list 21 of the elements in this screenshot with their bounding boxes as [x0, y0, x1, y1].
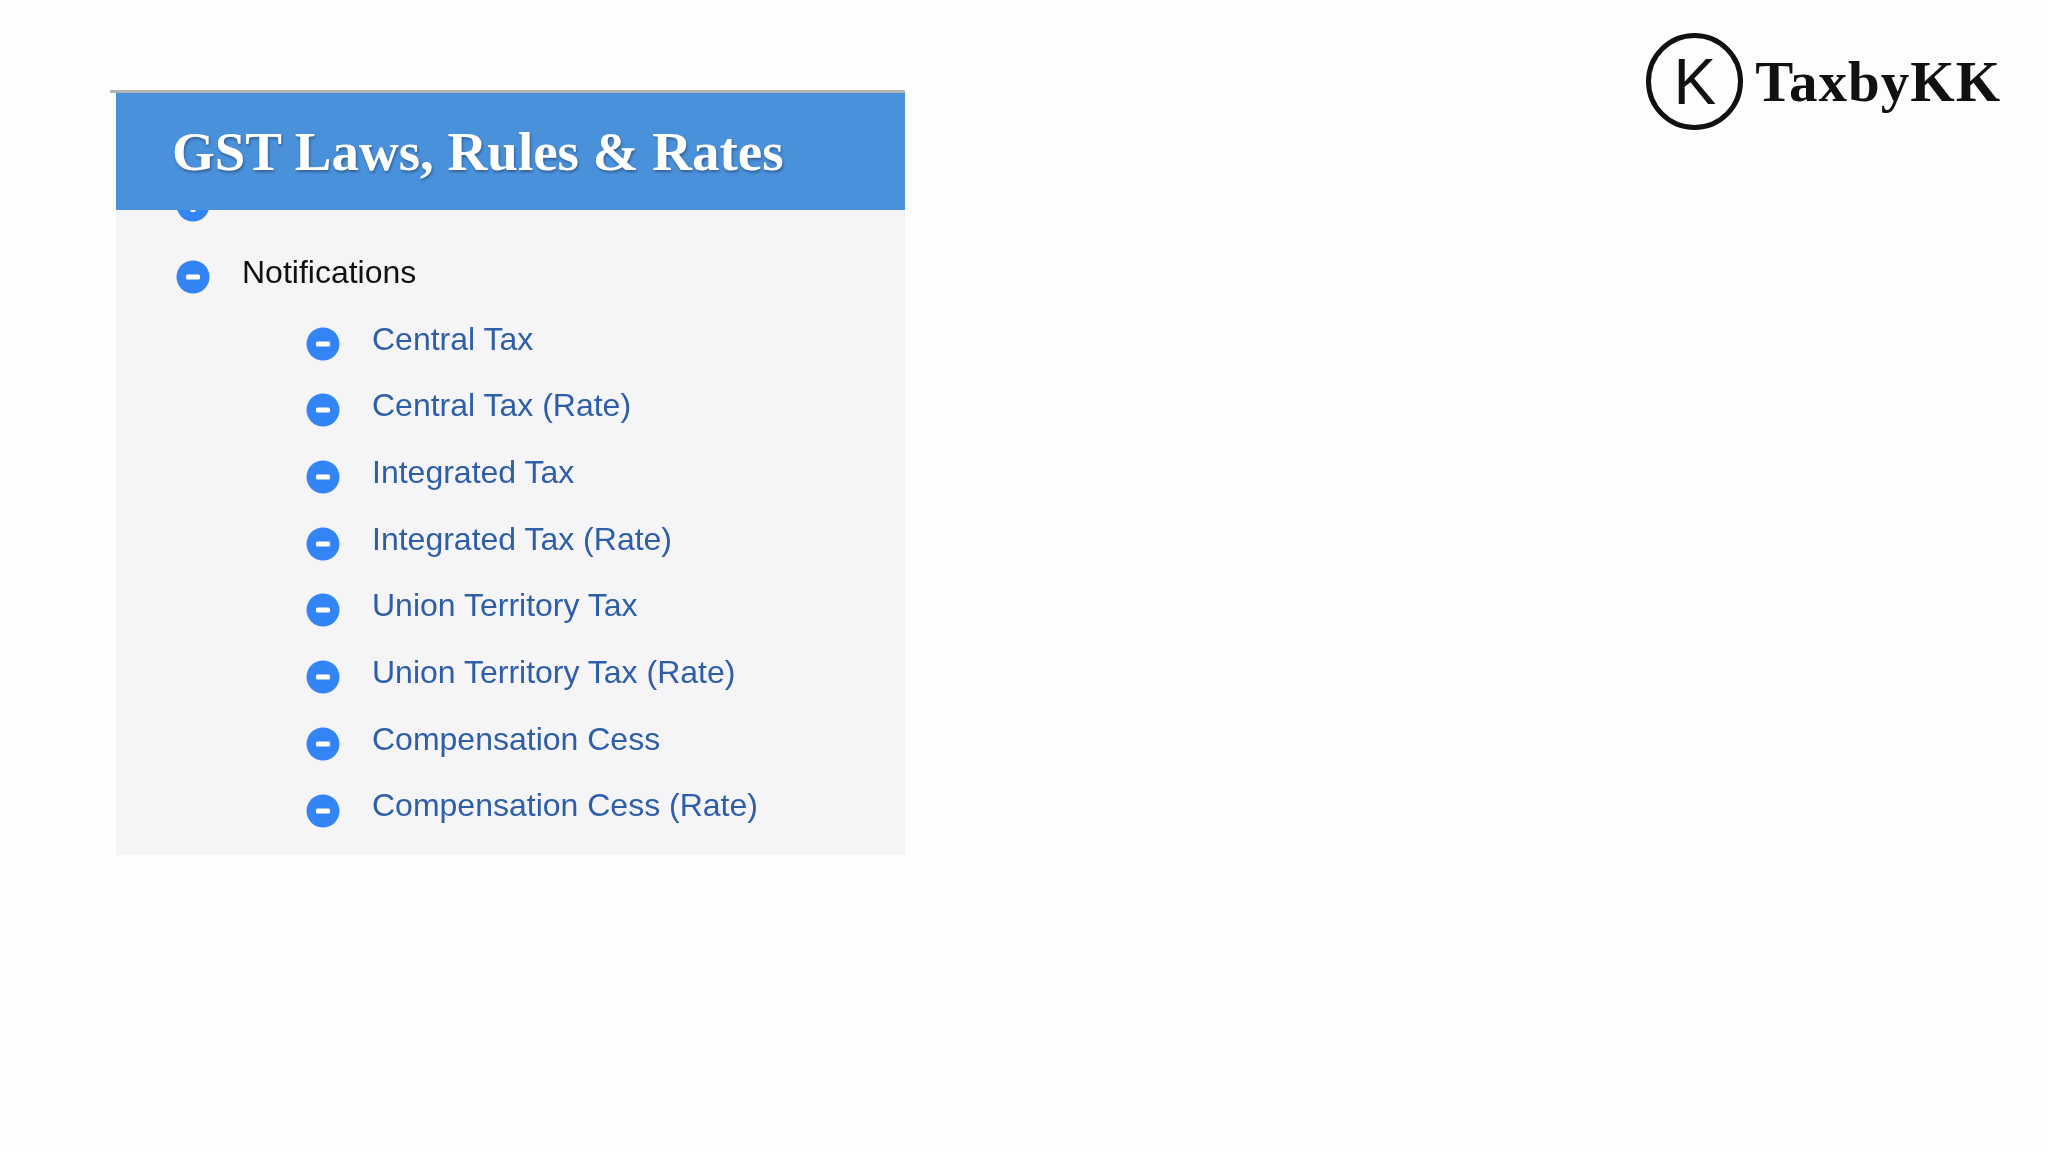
minus-circle-icon[interactable] [306, 660, 340, 695]
minus-circle-icon[interactable] [176, 260, 210, 295]
tree-link[interactable]: Union Territory Tax [372, 586, 638, 625]
tree-link[interactable]: Integrated Tax (Rate) [372, 519, 672, 558]
minus-circle-icon[interactable] [306, 326, 340, 361]
minus-circle-icon[interactable] [306, 593, 340, 628]
panel-title: GST Laws, Rules & Rates [172, 120, 784, 183]
logo-wordmark: TaxbyKK [1755, 49, 2001, 114]
tree-link[interactable]: Central Tax [372, 319, 534, 358]
minus-circle-icon[interactable] [306, 793, 340, 828]
tree-link[interactable]: Union Territory Tax (Rate) [372, 652, 736, 692]
tree-link[interactable]: Integrated Tax [372, 452, 575, 492]
minus-circle-icon[interactable] [306, 393, 340, 428]
minus-circle-icon[interactable] [306, 726, 340, 761]
minus-circle-icon[interactable] [306, 460, 340, 495]
minus-circle-icon[interactable] [306, 526, 340, 561]
logo-monogram: K [1646, 33, 1744, 130]
tree-link[interactable]: Compensation Cess (Rate) [372, 786, 758, 825]
tree-item[interactable]: Notifications [242, 252, 417, 292]
tree-link[interactable]: Compensation Cess [372, 719, 661, 759]
tree-link[interactable]: Central Tax (Rate) [372, 386, 632, 425]
